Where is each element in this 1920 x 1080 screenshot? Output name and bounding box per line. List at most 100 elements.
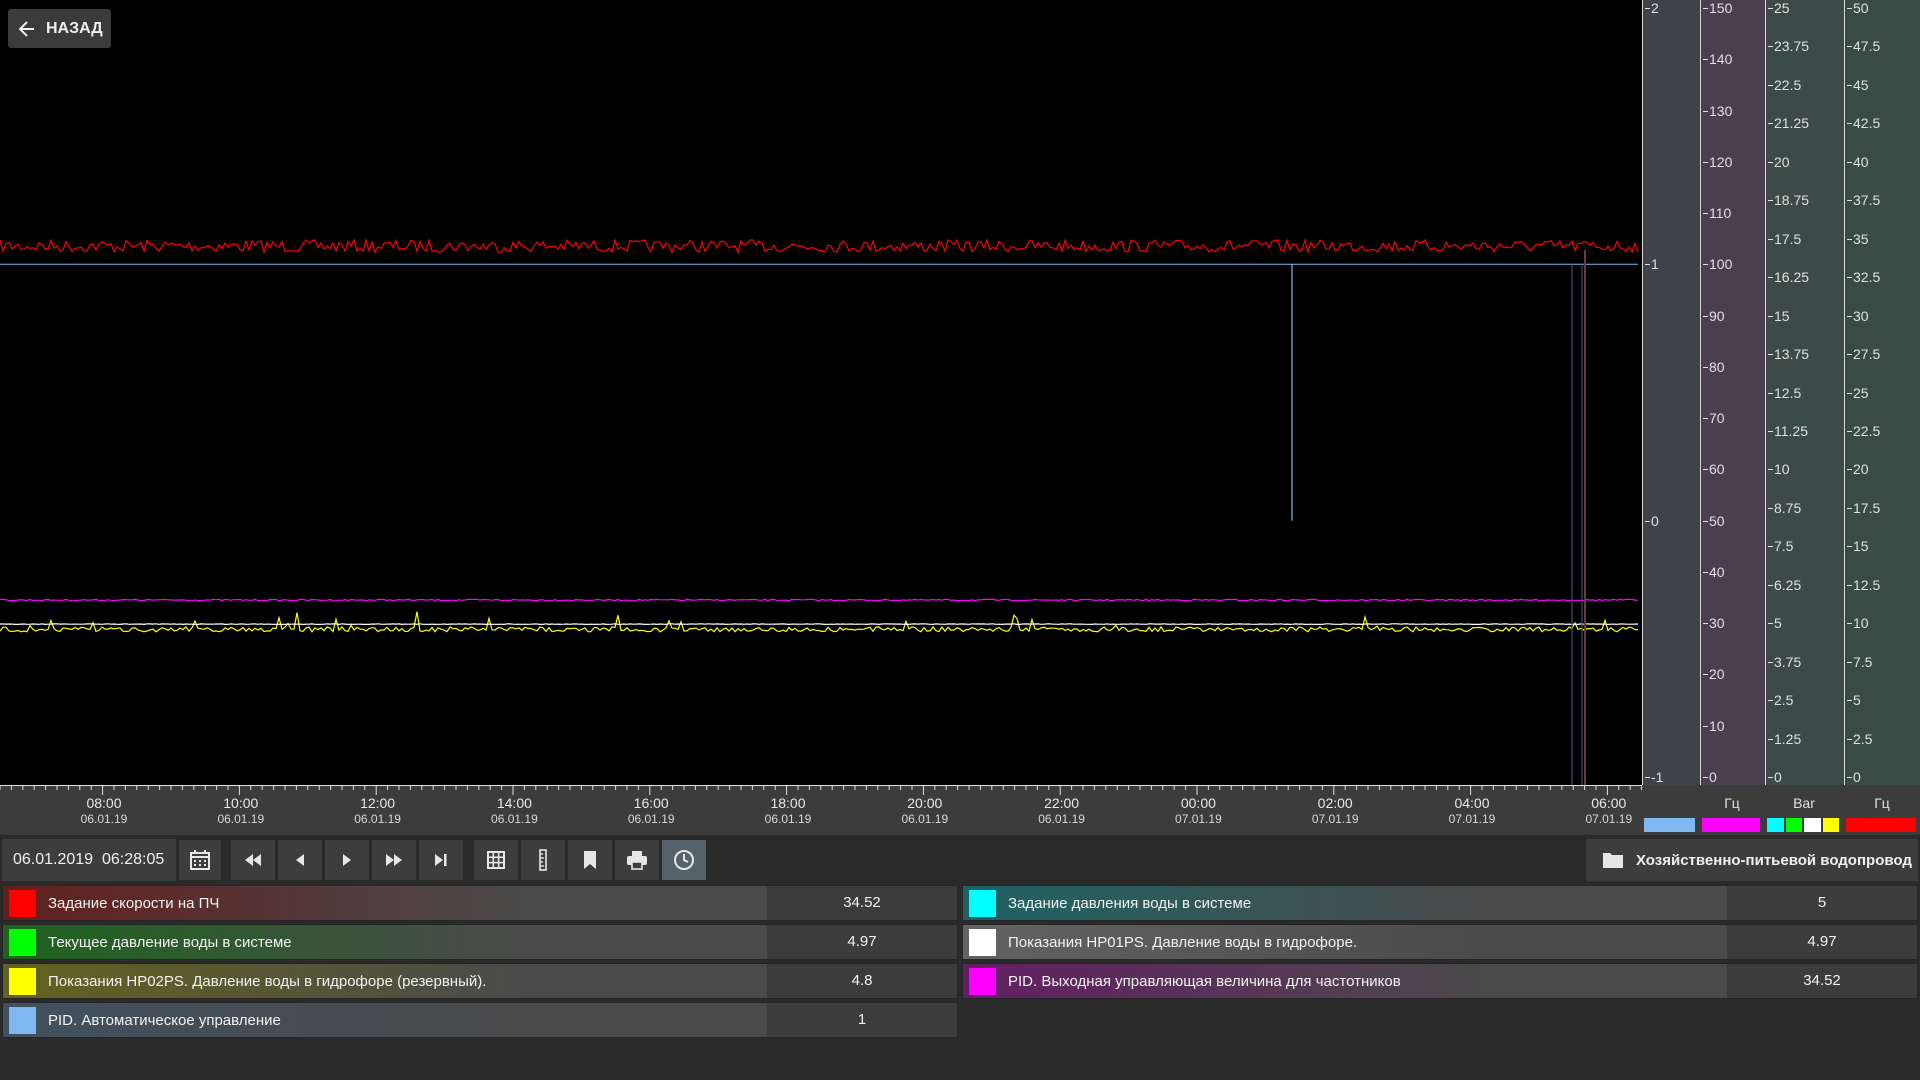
axis-tick-label: 17.5 bbox=[1846, 499, 1881, 516]
legend-swatch bbox=[969, 928, 996, 956]
value-axis-hz-1: 150 140 130 120 110 100 90 80 70 60 50 40 30 20 10 0 bbox=[1700, 0, 1765, 785]
legend-row-left[interactable]: Задание скорости на ПЧ 34.52 bbox=[2, 885, 958, 921]
axis-tick-label: 90 bbox=[1703, 307, 1725, 324]
legend-row-right[interactable]: Показания HP01PS. Давление воды в гидроф… bbox=[962, 924, 1918, 960]
axis-color-chip bbox=[1767, 818, 1784, 832]
legend-value: 4.97 bbox=[1727, 925, 1917, 959]
skip-end-button[interactable] bbox=[418, 839, 464, 881]
axis-tick-label: 30 bbox=[1847, 307, 1869, 324]
axis-tick-label: 5 bbox=[1768, 615, 1782, 632]
time-axis-label: 02:00 07.01.19 bbox=[1311, 795, 1359, 826]
legend-row-left[interactable]: Текущее давление воды в системе 4.97 bbox=[2, 924, 958, 960]
rewind-button[interactable] bbox=[230, 839, 276, 881]
bookmark-icon bbox=[584, 851, 596, 869]
legend-row-right[interactable]: Задание давления воды в системе 5 bbox=[962, 885, 1918, 921]
legend-label: PID. Выходная управляющая величина для ч… bbox=[1008, 972, 1401, 990]
axis-unit-label: Bar bbox=[1793, 795, 1815, 811]
folder-label: Хозяйственно-питьевой водопровод bbox=[1636, 851, 1912, 869]
axis-tick-label: 15 bbox=[1847, 538, 1869, 555]
axis-tick-label: 2 bbox=[1645, 0, 1659, 16]
back-label: НАЗАД bbox=[46, 19, 103, 37]
time-axis-label: 10:00 06.01.19 bbox=[217, 795, 265, 826]
axis-tick-label: 22.5 bbox=[1767, 76, 1802, 93]
legend-swatch bbox=[969, 967, 996, 995]
legend-value: 4.97 bbox=[767, 925, 957, 959]
axis-tick-label: 17.5 bbox=[1767, 230, 1802, 247]
folder-button[interactable]: Хозяйственно-питьевой водопровод bbox=[1586, 839, 1918, 881]
series-line-0 bbox=[0, 237, 1639, 255]
axis-tick-label: 5 bbox=[1847, 692, 1861, 709]
axis-tick-label: 15 bbox=[1768, 307, 1790, 324]
axis-tick-label: 0 bbox=[1768, 769, 1782, 785]
step-back-button[interactable] bbox=[277, 839, 323, 881]
play-button[interactable] bbox=[324, 839, 370, 881]
axis-color-chip bbox=[1804, 818, 1821, 832]
ruler-icon bbox=[539, 849, 547, 871]
back-button[interactable]: НАЗАД bbox=[8, 9, 111, 48]
legend-value: 5 bbox=[1727, 886, 1917, 920]
calendar-button[interactable] bbox=[178, 839, 222, 881]
trend-chart[interactable] bbox=[0, 0, 1642, 785]
legend-swatch bbox=[9, 889, 36, 917]
ruler-button[interactable] bbox=[520, 839, 566, 881]
legend-swatch bbox=[969, 889, 996, 917]
axis-tick-label: 120 bbox=[1702, 153, 1733, 170]
time-axis-label: 00:00 07.01.19 bbox=[1175, 795, 1222, 826]
clock-button[interactable] bbox=[661, 839, 707, 881]
axis-tick-label: 25 bbox=[1768, 0, 1790, 16]
legend-swatch bbox=[9, 928, 36, 956]
axis-tick-label: 13.75 bbox=[1767, 346, 1810, 363]
bookmark-button[interactable] bbox=[567, 839, 613, 881]
legend-swatch bbox=[9, 1006, 36, 1034]
value-axis-pid-auto: 2 1 0 -1 bbox=[1642, 0, 1700, 785]
axis-tick-label: 20 bbox=[1847, 461, 1869, 478]
axis-tick-label: 12.5 bbox=[1846, 576, 1881, 593]
axis-tick-label: 70 bbox=[1703, 410, 1725, 427]
axis-tick-label: 16.25 bbox=[1767, 269, 1810, 286]
datetime-field[interactable]: 06.01.2019 06:28:05 bbox=[2, 839, 176, 881]
series-line-3 bbox=[0, 623, 1639, 626]
legend-value: 34.52 bbox=[767, 886, 957, 920]
time-axis-label: 18:00 06.01.19 bbox=[764, 795, 812, 826]
legend-swatch bbox=[9, 967, 36, 995]
axis-tick-label: 2.5 bbox=[1846, 730, 1873, 747]
grid-button[interactable] bbox=[473, 839, 519, 881]
legend-row-left[interactable]: PID. Автоматическое управление 1 bbox=[2, 1002, 958, 1038]
legend-label: PID. Автоматическое управление bbox=[48, 1011, 281, 1029]
legend-value: 4.8 bbox=[767, 964, 957, 998]
skip-end-icon bbox=[435, 854, 447, 866]
axis-unit-label: Гц bbox=[1724, 795, 1740, 811]
time-axis: 08:00 06.01.19 10:00 06.01.19 12:00 06.01.19 1… bbox=[0, 785, 1642, 835]
axis-tick-label: 2.5 bbox=[1767, 692, 1794, 709]
chart-area[interactable] bbox=[0, 0, 1642, 785]
time-value: 06:28:05 bbox=[101, 851, 165, 868]
axis-tick-label: 140 bbox=[1702, 51, 1733, 68]
axis-color-chip bbox=[1644, 818, 1695, 832]
axis-tick-label: 0 bbox=[1645, 512, 1659, 529]
folder-icon bbox=[1603, 853, 1623, 868]
play-icon bbox=[343, 854, 351, 866]
fast-forward-button[interactable] bbox=[371, 839, 417, 881]
legend-label: Задание скорости на ПЧ bbox=[48, 894, 220, 912]
axis-color-chip bbox=[1702, 818, 1760, 832]
time-axis-label: 08:00 06.01.19 bbox=[80, 795, 128, 826]
time-axis-label: 22:00 06.01.19 bbox=[1038, 795, 1085, 826]
print-icon bbox=[627, 851, 647, 870]
axis-tick-label: 150 bbox=[1702, 0, 1733, 16]
axis-tick-label: 20 bbox=[1768, 153, 1790, 170]
axis-unit-label: Гц bbox=[1874, 795, 1890, 811]
axis-tick-label: 37.5 bbox=[1846, 192, 1881, 209]
legend-value: 34.52 bbox=[1727, 964, 1917, 998]
legend-row-right[interactable]: PID. Выходная управляющая величина для ч… bbox=[962, 963, 1918, 999]
axis-tick-label: 0 bbox=[1847, 769, 1861, 785]
legend-row-left[interactable]: Показания HP02PS. Давление воды в гидроф… bbox=[2, 963, 958, 999]
axis-color-chip bbox=[1846, 818, 1916, 832]
axis-tick-label: 7.5 bbox=[1767, 538, 1794, 555]
axis-tick-label: 11.25 bbox=[1768, 422, 1808, 439]
time-axis-label: 06:00 07.01.19 bbox=[1585, 795, 1633, 826]
axis-tick-label: 1.25 bbox=[1767, 730, 1802, 747]
print-button[interactable] bbox=[614, 839, 660, 881]
axis-tick-label: 60 bbox=[1703, 461, 1725, 478]
clock-icon bbox=[674, 850, 694, 870]
axis-tick-label: 10 bbox=[1847, 615, 1869, 632]
